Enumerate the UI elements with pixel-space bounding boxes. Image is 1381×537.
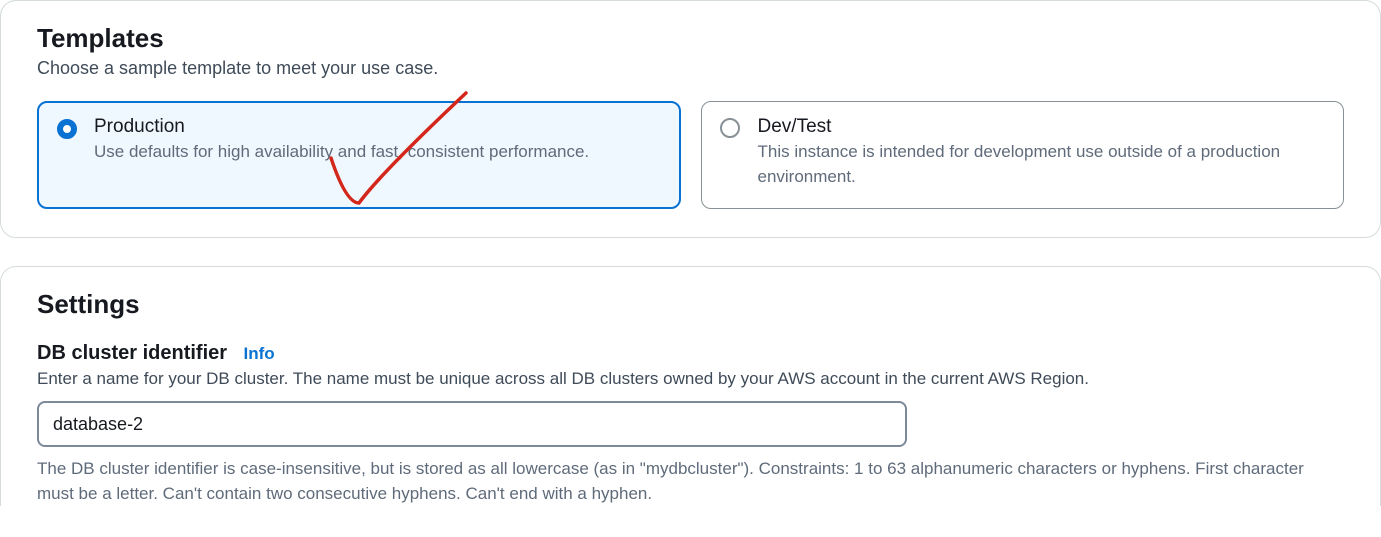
templates-title: Templates bbox=[37, 23, 1344, 54]
cluster-id-help: Enter a name for your DB cluster. The na… bbox=[37, 369, 1344, 389]
radio-icon bbox=[720, 118, 740, 138]
cluster-id-field: DB cluster identifier Info Enter a name … bbox=[37, 342, 1344, 506]
template-description: Use defaults for high availability and f… bbox=[94, 140, 660, 165]
template-label: Production bbox=[94, 116, 660, 138]
radio-icon bbox=[57, 119, 77, 139]
cluster-id-input[interactable] bbox=[37, 401, 907, 447]
cluster-id-label: DB cluster identifier bbox=[37, 342, 227, 364]
info-link[interactable]: Info bbox=[244, 344, 275, 363]
templates-options: Production Use defaults for high availab… bbox=[37, 101, 1344, 209]
template-production[interactable]: Production Use defaults for high availab… bbox=[37, 101, 681, 209]
template-devtest[interactable]: Dev/Test This instance is intended for d… bbox=[701, 101, 1345, 209]
templates-subtitle: Choose a sample template to meet your us… bbox=[37, 58, 1344, 79]
templates-panel: Templates Choose a sample template to me… bbox=[0, 0, 1381, 238]
settings-title: Settings bbox=[37, 289, 1344, 320]
template-label: Dev/Test bbox=[758, 116, 1324, 138]
template-description: This instance is intended for developmen… bbox=[758, 140, 1324, 189]
settings-panel: Settings DB cluster identifier Info Ente… bbox=[0, 266, 1381, 506]
cluster-id-constraints: The DB cluster identifier is case-insens… bbox=[37, 457, 1344, 506]
